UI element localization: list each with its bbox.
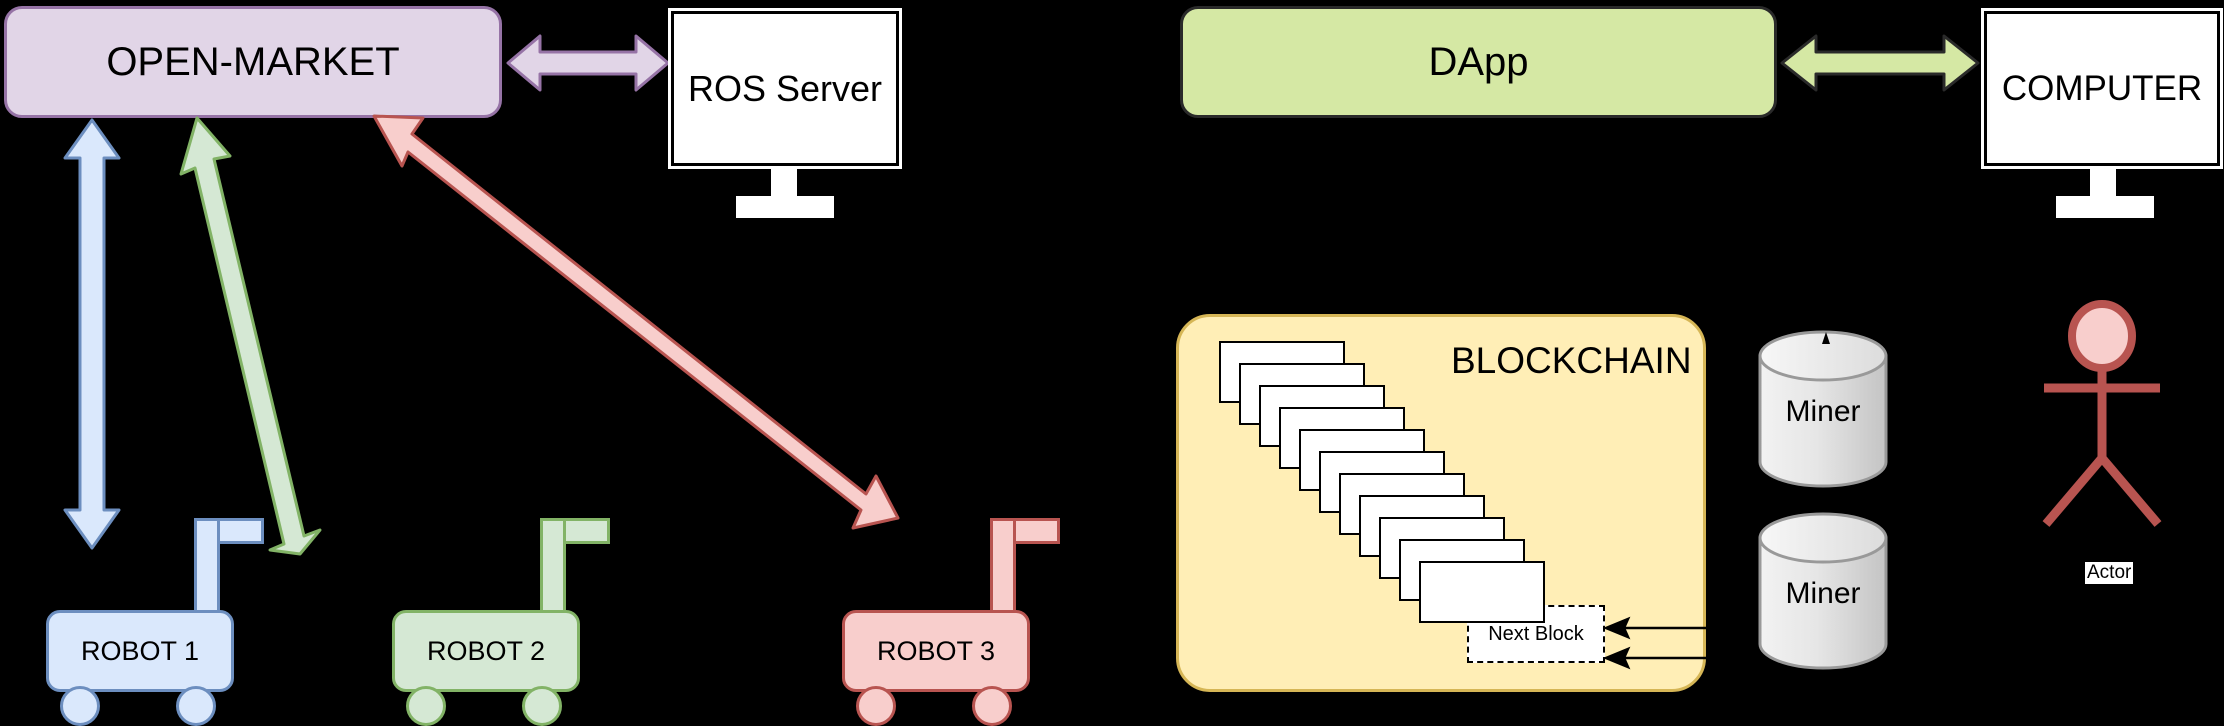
market-ros-arrow bbox=[506, 34, 670, 92]
diagram-canvas: OPEN-MARKET ROS Server ROBOT 1 ROBOT 2 R… bbox=[0, 0, 2224, 726]
dapp-box[interactable]: DApp bbox=[1180, 6, 1777, 118]
robot-3[interactable]: ROBOT 3 bbox=[840, 498, 1100, 726]
market-robot2-arrow bbox=[179, 116, 322, 556]
dapp-label: DApp bbox=[1428, 40, 1529, 84]
robot-1-wheel-right bbox=[176, 686, 216, 726]
miner-2-label: Miner bbox=[1785, 577, 1861, 611]
market-robot1-arrow bbox=[63, 118, 121, 550]
robot-2-wheel-right bbox=[522, 686, 562, 726]
robot-1[interactable]: ROBOT 1 bbox=[44, 498, 304, 726]
robot-1-label: ROBOT 1 bbox=[80, 635, 200, 666]
actor-label: Actor bbox=[2087, 562, 2132, 583]
blockchain-block bbox=[1419, 561, 1545, 623]
market-robot3-arrow bbox=[372, 114, 900, 530]
robot-2-wheel-left bbox=[406, 686, 446, 726]
robot-2[interactable]: ROBOT 2 bbox=[390, 498, 650, 726]
robot-2-label: ROBOT 2 bbox=[426, 635, 546, 666]
dapp-computer-arrow bbox=[1780, 34, 1980, 92]
open-market-box[interactable]: OPEN-MARKET bbox=[4, 6, 502, 118]
blockchain-label: BLOCKCHAIN bbox=[1451, 340, 1692, 381]
robot-2-mast bbox=[540, 518, 566, 618]
actor-label-wrap: Actor bbox=[2085, 562, 2134, 584]
robot-3-label: ROBOT 3 bbox=[876, 635, 996, 666]
robot-3-body[interactable]: ROBOT 3 bbox=[842, 610, 1030, 692]
robot-3-mast bbox=[990, 518, 1016, 618]
miner-2-label-wrap: Miner bbox=[1756, 512, 1890, 670]
ros-server-label: ROS Server bbox=[687, 67, 883, 109]
computer-monitor-base bbox=[2056, 196, 2154, 218]
next-block-label: Next Block bbox=[1488, 623, 1584, 645]
robot-3-wheel-right bbox=[972, 686, 1012, 726]
miner-1-label-wrap: Miner bbox=[1756, 330, 1890, 488]
computer-monitor[interactable]: COMPUTER bbox=[1981, 8, 2223, 169]
robot-1-mast bbox=[194, 518, 220, 618]
computer-label: COMPUTER bbox=[2001, 68, 2203, 108]
computer-monitor-neck bbox=[2090, 169, 2116, 199]
robot-3-wheel-left bbox=[856, 686, 896, 726]
open-market-label: OPEN-MARKET bbox=[106, 40, 400, 84]
actor-figure[interactable] bbox=[2040, 300, 2210, 552]
robot-1-body[interactable]: ROBOT 1 bbox=[46, 610, 234, 692]
robot-2-body[interactable]: ROBOT 2 bbox=[392, 610, 580, 692]
miner-1-label: Miner bbox=[1785, 395, 1861, 429]
robot-1-wheel-left bbox=[60, 686, 100, 726]
